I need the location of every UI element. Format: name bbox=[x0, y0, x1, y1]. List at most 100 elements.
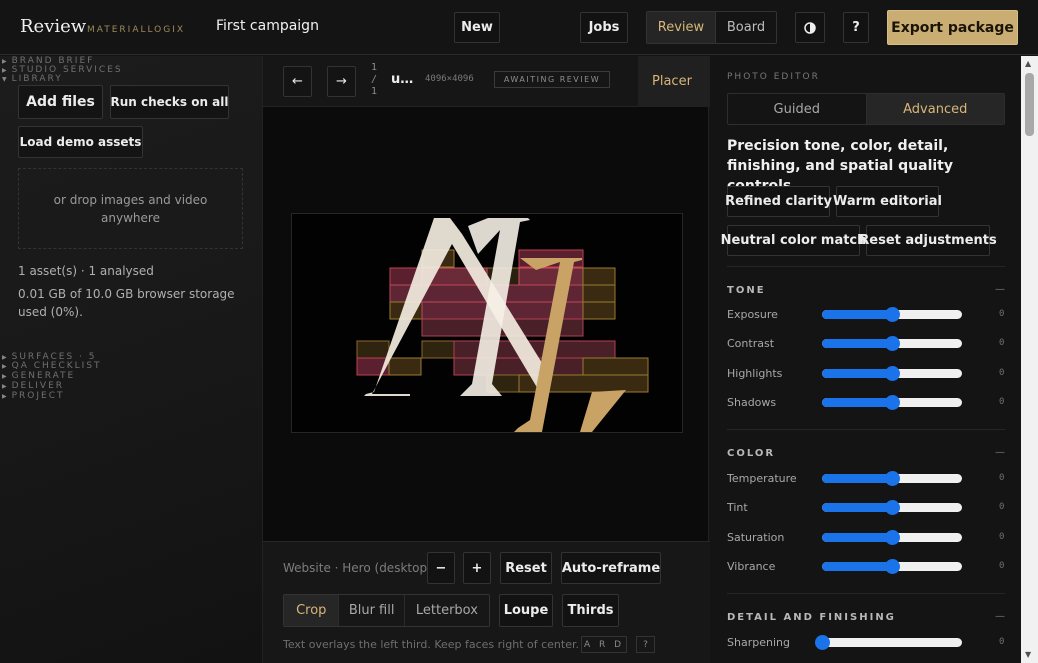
contrast-toggle-button[interactable] bbox=[795, 12, 825, 43]
framing-help-button[interactable]: ? bbox=[636, 636, 655, 653]
slider-label: Sharpening bbox=[727, 636, 790, 649]
slider-handle[interactable] bbox=[885, 395, 900, 410]
collapse-icon[interactable]: — bbox=[995, 447, 1005, 458]
group-heading[interactable]: TONE bbox=[727, 285, 766, 296]
mode-crop[interactable]: Crop bbox=[284, 595, 340, 626]
slider-label: Tint bbox=[727, 501, 748, 514]
adjustment-slider[interactable] bbox=[815, 635, 962, 650]
chevron-right-icon: ▶ bbox=[2, 382, 9, 390]
chevron-right-icon: ▶ bbox=[2, 372, 9, 380]
slider-value: 0 bbox=[999, 561, 1005, 571]
section-project[interactable]: ▶ PROJECT bbox=[2, 391, 65, 401]
help-button[interactable]: ? bbox=[843, 12, 869, 43]
slider-handle[interactable] bbox=[885, 471, 900, 486]
slider-value: 0 bbox=[999, 309, 1005, 319]
slider-handle[interactable] bbox=[885, 366, 900, 381]
slider-value: 0 bbox=[999, 368, 1005, 378]
section-deliver[interactable]: ▶ DELIVER bbox=[2, 381, 64, 391]
scrollbar-thumb[interactable] bbox=[1025, 73, 1034, 136]
tab-guided[interactable]: Guided bbox=[728, 94, 866, 124]
adjustment-slider[interactable] bbox=[822, 471, 962, 486]
tab-board[interactable]: Board bbox=[714, 12, 776, 43]
adjustment-slider[interactable] bbox=[822, 336, 962, 351]
prev-asset-button[interactable]: ← bbox=[283, 66, 312, 97]
section-qa-checklist[interactable]: ▶ QA CHECKLIST bbox=[2, 361, 102, 371]
run-checks-button[interactable]: Run checks on all bbox=[110, 85, 229, 119]
chevron-down-icon: ▼ bbox=[2, 75, 9, 83]
zoom-out-button[interactable]: − bbox=[427, 552, 455, 584]
adjustment-slider[interactable] bbox=[822, 395, 962, 410]
tab-advanced[interactable]: Advanced bbox=[865, 94, 1004, 124]
ard-badge[interactable]: A R D bbox=[581, 636, 627, 653]
group-heading[interactable]: COLOR bbox=[727, 448, 775, 459]
slider-fill bbox=[822, 339, 892, 348]
slider-handle[interactable] bbox=[885, 500, 900, 515]
viewer-toolbar: ← → 1 / 1 u… 4096×4096 AWAITING REVIEW P… bbox=[263, 56, 710, 107]
slider-handle[interactable] bbox=[885, 307, 900, 322]
scrollbar[interactable]: ▲ ▼ bbox=[1021, 56, 1038, 663]
adjustment-slider[interactable] bbox=[822, 559, 962, 574]
panel-title: PHOTO EDITOR bbox=[727, 72, 820, 82]
viewer-panel: ← → 1 / 1 u… 4096×4096 AWAITING REVIEW P… bbox=[262, 56, 710, 663]
slider-handle[interactable] bbox=[885, 559, 900, 574]
slider-handle[interactable] bbox=[885, 530, 900, 545]
app-window: Review MATERIALLOGIX First campaign New … bbox=[0, 0, 1038, 663]
tab-review[interactable]: Review bbox=[647, 12, 715, 43]
slider-label: Shadows bbox=[727, 396, 777, 409]
mode-letterbox[interactable]: Letterbox bbox=[405, 595, 489, 626]
preset-warm-editorial[interactable]: Warm editorial bbox=[833, 186, 942, 217]
loupe-button[interactable]: Loupe bbox=[499, 594, 553, 627]
add-files-button[interactable]: Add files bbox=[18, 85, 103, 119]
mode-blur-fill[interactable]: Blur fill bbox=[339, 595, 405, 626]
slider-handle[interactable] bbox=[885, 336, 900, 351]
slider-fill bbox=[822, 562, 892, 571]
section-generate[interactable]: ▶ GENERATE bbox=[2, 371, 75, 381]
storage-usage: 0.01 GB of 10.0 GB browser storage used … bbox=[18, 287, 235, 319]
preset-neutral-color-match[interactable]: Neutral color match bbox=[721, 225, 866, 256]
image-preview[interactable] bbox=[291, 213, 683, 433]
asset-dimensions: 4096×4096 bbox=[425, 74, 474, 84]
editor-mode-tabs: Guided Advanced bbox=[727, 93, 1005, 125]
auto-reframe-button[interactable]: Auto-reframe bbox=[561, 552, 661, 584]
jobs-button[interactable]: Jobs bbox=[580, 12, 628, 43]
asset-count: 1 asset(s) · 1 analysed bbox=[18, 264, 154, 278]
slider-fill bbox=[822, 533, 892, 542]
zoom-in-button[interactable]: + bbox=[463, 552, 491, 584]
surface-label: Website · Hero (desktop) bbox=[283, 561, 432, 575]
export-package-button[interactable]: Export package bbox=[887, 10, 1018, 45]
chevron-right-icon: ▶ bbox=[2, 57, 9, 65]
reset-framing-button[interactable]: Reset bbox=[500, 552, 552, 584]
scroll-up-icon[interactable]: ▲ bbox=[1025, 59, 1031, 68]
drop-zone[interactable]: or drop images and video anywhere bbox=[18, 168, 243, 249]
thirds-button[interactable]: Thirds bbox=[562, 594, 619, 627]
new-button[interactable]: New bbox=[454, 12, 500, 43]
load-demo-button[interactable]: Load demo assets bbox=[18, 126, 143, 158]
chevron-right-icon: ▶ bbox=[2, 392, 9, 400]
tab-placer[interactable]: Placer bbox=[638, 56, 710, 107]
adjustment-slider[interactable] bbox=[822, 366, 962, 381]
brand-name: MATERIALLOGIX bbox=[87, 25, 186, 35]
slider-fill bbox=[822, 310, 892, 319]
adjustment-slider[interactable] bbox=[822, 500, 962, 515]
adjustment-slider[interactable] bbox=[822, 530, 962, 545]
adjustment-slider[interactable] bbox=[822, 307, 962, 322]
collapse-icon[interactable]: — bbox=[995, 284, 1005, 295]
group-heading[interactable]: DETAIL AND FINISHING bbox=[727, 612, 896, 623]
slider-fill bbox=[822, 369, 892, 378]
campaign-title[interactable]: First campaign bbox=[216, 18, 319, 34]
fill-mode-switch: Crop Blur fill Letterbox bbox=[283, 594, 490, 627]
page-counter: 1 / 1 bbox=[370, 62, 378, 97]
section-library[interactable]: ▼ LIBRARY bbox=[2, 74, 63, 84]
next-asset-button[interactable]: → bbox=[327, 66, 356, 97]
slider-label: Exposure bbox=[727, 308, 778, 321]
reset-adjustments-button[interactable]: Reset adjustments bbox=[859, 225, 997, 256]
collapse-icon[interactable]: — bbox=[995, 611, 1005, 622]
slider-value: 0 bbox=[999, 473, 1005, 483]
scroll-down-icon[interactable]: ▼ bbox=[1025, 650, 1031, 659]
slider-label: Vibrance bbox=[727, 560, 776, 573]
preset-refined-clarity[interactable]: Refined clarity bbox=[725, 186, 832, 217]
slider-handle[interactable] bbox=[815, 635, 830, 650]
slider-label: Saturation bbox=[727, 531, 785, 544]
status-badge: AWAITING REVIEW bbox=[494, 71, 610, 88]
asset-image bbox=[356, 218, 649, 432]
